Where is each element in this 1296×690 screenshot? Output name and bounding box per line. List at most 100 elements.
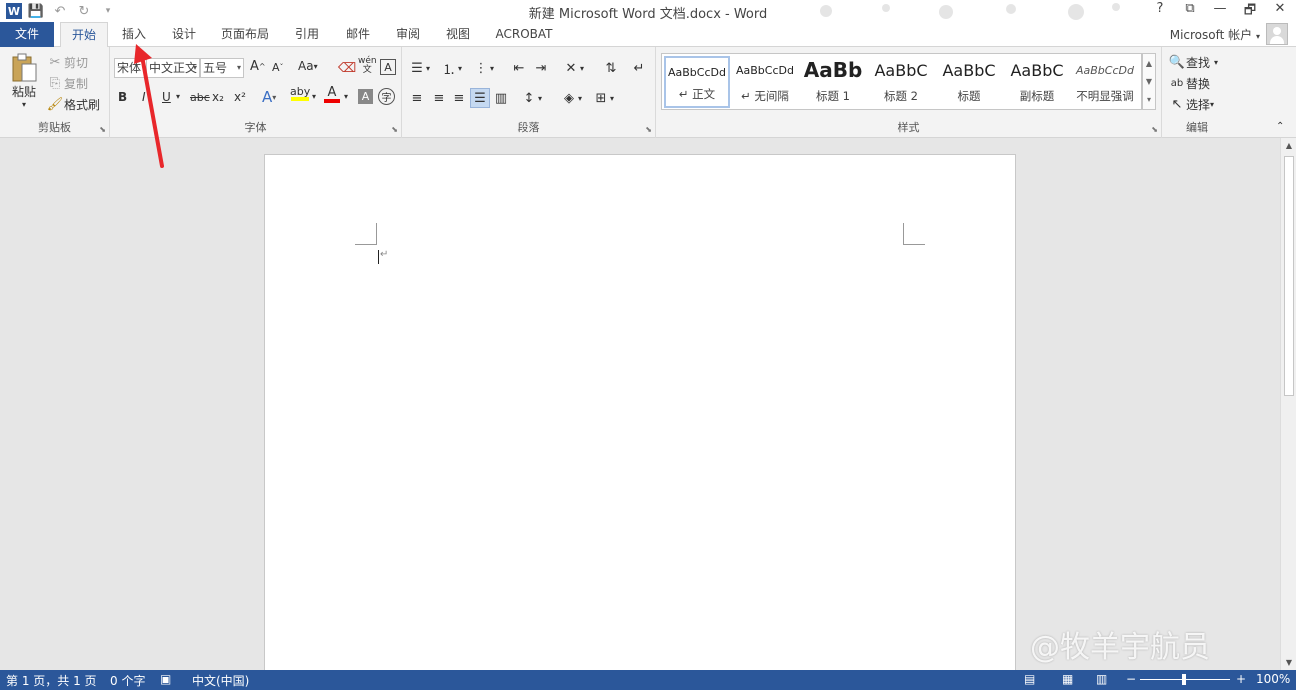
styles-gallery-scroll[interactable]: ▲ ▼ ▾: [1142, 53, 1156, 110]
subscript-button[interactable]: x₂: [212, 90, 224, 104]
print-layout-icon[interactable]: ▦: [1062, 672, 1073, 686]
clipboard-launcher-icon[interactable]: ⬊: [99, 125, 106, 134]
shrink-font-button[interactable]: Aˇ: [272, 61, 284, 74]
align-right-button[interactable]: ≡: [450, 89, 468, 107]
help-button[interactable]: ?: [1152, 1, 1168, 23]
vertical-scrollbar[interactable]: ▲ ▼: [1280, 138, 1296, 670]
tab-file[interactable]: 文件: [0, 22, 54, 47]
minimize-button[interactable]: —: [1212, 1, 1228, 23]
strikethrough-button[interactable]: abc: [190, 91, 210, 104]
copy-button[interactable]: ⎘ 复制: [46, 74, 88, 92]
format-painter-button[interactable]: 🖌 格式刷: [46, 95, 100, 113]
read-mode-icon[interactable]: ▤: [1024, 672, 1035, 686]
select-button[interactable]: ↖ 选择 ▾: [1168, 95, 1214, 113]
grow-font-button[interactable]: A ^: [250, 59, 266, 74]
underline-dropdown-icon[interactable]: ▾: [176, 92, 180, 101]
proofing-icon[interactable]: ▣: [160, 672, 171, 686]
italic-button[interactable]: I: [142, 90, 146, 104]
font-launcher-icon[interactable]: ⬊: [391, 125, 398, 134]
avatar[interactable]: [1266, 23, 1288, 45]
language[interactable]: 中文(中国): [192, 672, 249, 689]
page-count[interactable]: 第 1 页，共 1 页: [6, 672, 97, 689]
sort-button[interactable]: ⇅: [602, 59, 620, 77]
clear-formatting-button[interactable]: ⌫: [338, 59, 356, 77]
collapse-ribbon-icon[interactable]: ⌃: [1276, 121, 1284, 132]
bold-button[interactable]: B: [118, 90, 127, 104]
find-icon: 🔍: [1168, 54, 1186, 70]
account-menu[interactable]: Microsoft 帐户 ▾: [1170, 26, 1260, 43]
font-color-dropdown-icon[interactable]: ▾: [344, 92, 348, 101]
font-size-select[interactable]: 五号 ▾: [200, 58, 244, 78]
highlight-dropdown-icon[interactable]: ▾: [312, 92, 316, 101]
gallery-down-icon[interactable]: ▼: [1146, 77, 1152, 86]
style-no-spacing[interactable]: AaBbCcDd ↵ 无间隔: [732, 56, 798, 108]
tab-references[interactable]: 引用: [286, 22, 328, 47]
text-effects-button[interactable]: A ▾: [262, 88, 276, 106]
scroll-up-icon[interactable]: ▲: [1281, 141, 1296, 150]
restore-button[interactable]: 🗗: [1242, 1, 1258, 23]
numbering-button[interactable]: ⒈ ▾: [440, 59, 462, 78]
tab-acrobat[interactable]: ACROBAT: [490, 22, 558, 47]
decrease-indent-button[interactable]: ⇤: [510, 59, 528, 77]
shading-button[interactable]: ◈ ▾: [560, 89, 582, 107]
tab-insert[interactable]: 插入: [112, 22, 156, 47]
tab-home[interactable]: 开始: [60, 22, 108, 48]
word-window: W 💾 ↶ ↻ ▾ 新建 Microsoft Word 文档.docx - Wo…: [0, 0, 1296, 690]
find-button[interactable]: 🔍 查找 ▾: [1168, 53, 1218, 71]
character-shading-button[interactable]: A: [358, 89, 373, 104]
phonetic-guide-button[interactable]: wén 文: [358, 57, 377, 75]
replace-button[interactable]: ab 替换: [1168, 74, 1210, 92]
borders-icon: ⊞: [595, 90, 607, 106]
style-heading-1[interactable]: AaBb 标题 1: [800, 56, 866, 108]
superscript-button[interactable]: x²: [234, 90, 246, 104]
style-normal[interactable]: AaBbCcDd ↵ 正文: [664, 56, 730, 108]
latin-font-select[interactable]: 宋体: [114, 58, 148, 78]
line-spacing-button[interactable]: ↕ ▾: [520, 89, 542, 107]
style-heading-2[interactable]: AaBbC 标题 2: [868, 56, 934, 108]
zoom-in-button[interactable]: +: [1236, 672, 1246, 686]
zoom-level[interactable]: 100%: [1256, 672, 1290, 686]
scroll-down-icon[interactable]: ▼: [1281, 658, 1296, 667]
styles-launcher-icon[interactable]: ⬊: [1151, 125, 1158, 134]
web-layout-icon[interactable]: ▥: [1096, 672, 1107, 686]
highlight-button[interactable]: aby: [290, 86, 310, 101]
font-color-button[interactable]: A: [324, 85, 340, 103]
font-color-icon: A: [327, 85, 337, 100]
enclose-characters-button[interactable]: 字: [378, 88, 395, 105]
zoom-out-button[interactable]: −: [1126, 672, 1136, 686]
underline-button[interactable]: U: [162, 90, 171, 104]
style-title[interactable]: AaBbC 标题: [936, 56, 1002, 108]
distributed-button[interactable]: ▥: [492, 89, 510, 107]
increase-indent-button[interactable]: ⇥: [532, 59, 550, 77]
multilevel-list-button[interactable]: ⋮ ▾: [472, 59, 495, 77]
bullets-button[interactable]: ☰ ▾: [408, 59, 430, 77]
word-count[interactable]: 0 个字: [110, 672, 145, 689]
asian-layout-button[interactable]: ✕ ▾: [562, 59, 584, 77]
borders-button[interactable]: ⊞ ▾: [592, 89, 614, 107]
scroll-thumb[interactable]: [1284, 156, 1294, 396]
font-name-select[interactable]: 中文正文 ▾: [146, 58, 200, 78]
style-subtle-emphasis[interactable]: AaBbCcDd 不明显强调: [1072, 56, 1138, 108]
style-subtitle[interactable]: AaBbC 副标题: [1004, 56, 1070, 108]
ribbon-display-options-icon[interactable]: ⧉: [1182, 1, 1198, 23]
tab-design[interactable]: 设计: [162, 22, 206, 47]
justify-button[interactable]: ☰: [470, 88, 490, 108]
close-button[interactable]: ✕: [1272, 1, 1288, 23]
gallery-more-icon[interactable]: ▾: [1147, 95, 1151, 104]
change-case-button[interactable]: Aa ▾: [298, 59, 318, 73]
document-page[interactable]: ↵: [264, 154, 1016, 674]
tab-mailings[interactable]: 邮件: [336, 22, 380, 47]
tab-view[interactable]: 视图: [436, 22, 480, 47]
tab-review[interactable]: 审阅: [386, 22, 430, 47]
zoom-slider-thumb[interactable]: [1182, 674, 1186, 685]
paragraph-launcher-icon[interactable]: ⬊: [645, 125, 652, 134]
paste-button[interactable]: 粘贴 ▾: [8, 53, 40, 109]
show-hide-marks-button[interactable]: ↵: [630, 59, 648, 77]
tab-layout[interactable]: 页面布局: [212, 22, 278, 47]
character-border-button[interactable]: A: [380, 59, 396, 75]
align-left-button[interactable]: ≡: [408, 89, 426, 107]
gallery-up-icon[interactable]: ▲: [1146, 59, 1152, 68]
align-center-button[interactable]: ≡: [430, 89, 448, 107]
text-effects-icon: A: [262, 88, 273, 106]
cut-button[interactable]: ✂ 剪切: [46, 53, 88, 71]
